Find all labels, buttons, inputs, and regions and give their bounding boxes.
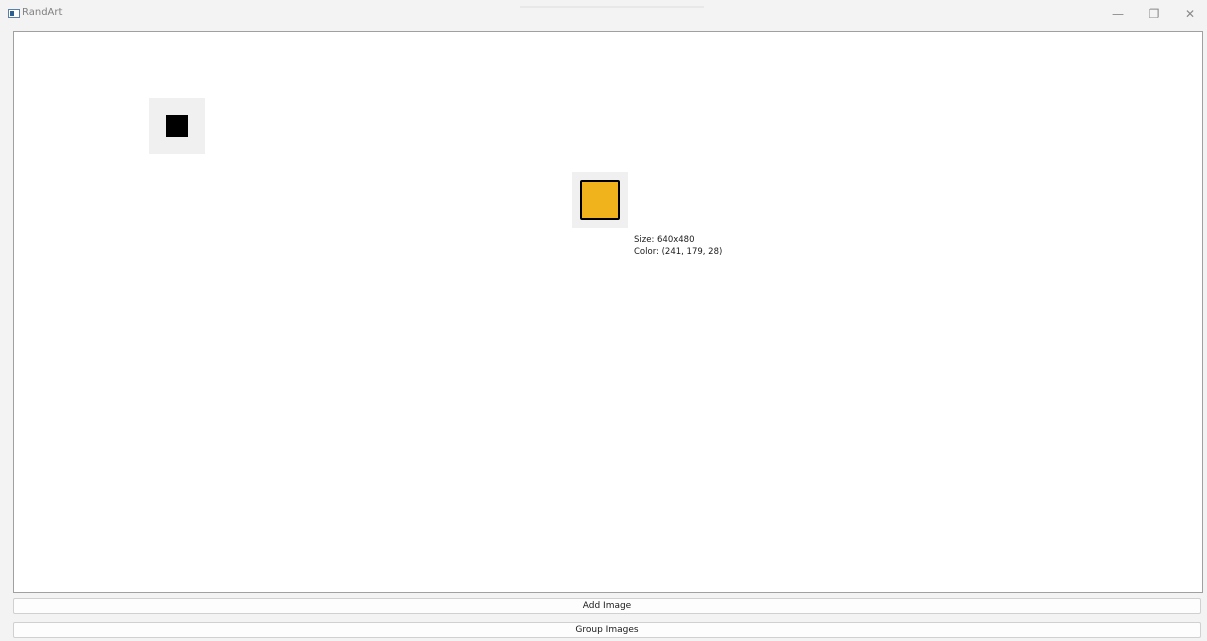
image-swatch <box>166 115 188 137</box>
maximize-button[interactable]: ❐ <box>1136 0 1172 28</box>
image-canvas[interactable]: Size: 640x480 Color: (241, 179, 28) <box>13 31 1203 593</box>
add-image-button[interactable]: Add Image <box>13 598 1201 614</box>
image-item-orange[interactable] <box>572 172 628 228</box>
app-icon <box>8 9 20 18</box>
title-bar-shade <box>520 6 704 8</box>
image-info-tooltip: Size: 640x480 Color: (241, 179, 28) <box>634 234 722 258</box>
image-color-text: Color: (241, 179, 28) <box>634 247 723 257</box>
restore-icon: ❐ <box>1148 7 1160 21</box>
group-images-button[interactable]: Group Images <box>13 622 1201 638</box>
image-item-black[interactable] <box>149 98 205 154</box>
title-bar[interactable]: RandArt — ❐ ✕ <box>0 0 1207 28</box>
image-size-text: Size: 640x480 <box>634 235 695 245</box>
window-title: RandArt <box>22 7 63 18</box>
close-icon: ✕ <box>1184 7 1196 21</box>
minimize-button[interactable]: — <box>1100 0 1136 28</box>
image-swatch <box>580 180 620 220</box>
close-button[interactable]: ✕ <box>1172 0 1207 28</box>
app-window: RandArt — ❐ ✕ Size: 640x480 Color: (241,… <box>0 0 1207 641</box>
minimize-icon: — <box>1112 7 1124 21</box>
